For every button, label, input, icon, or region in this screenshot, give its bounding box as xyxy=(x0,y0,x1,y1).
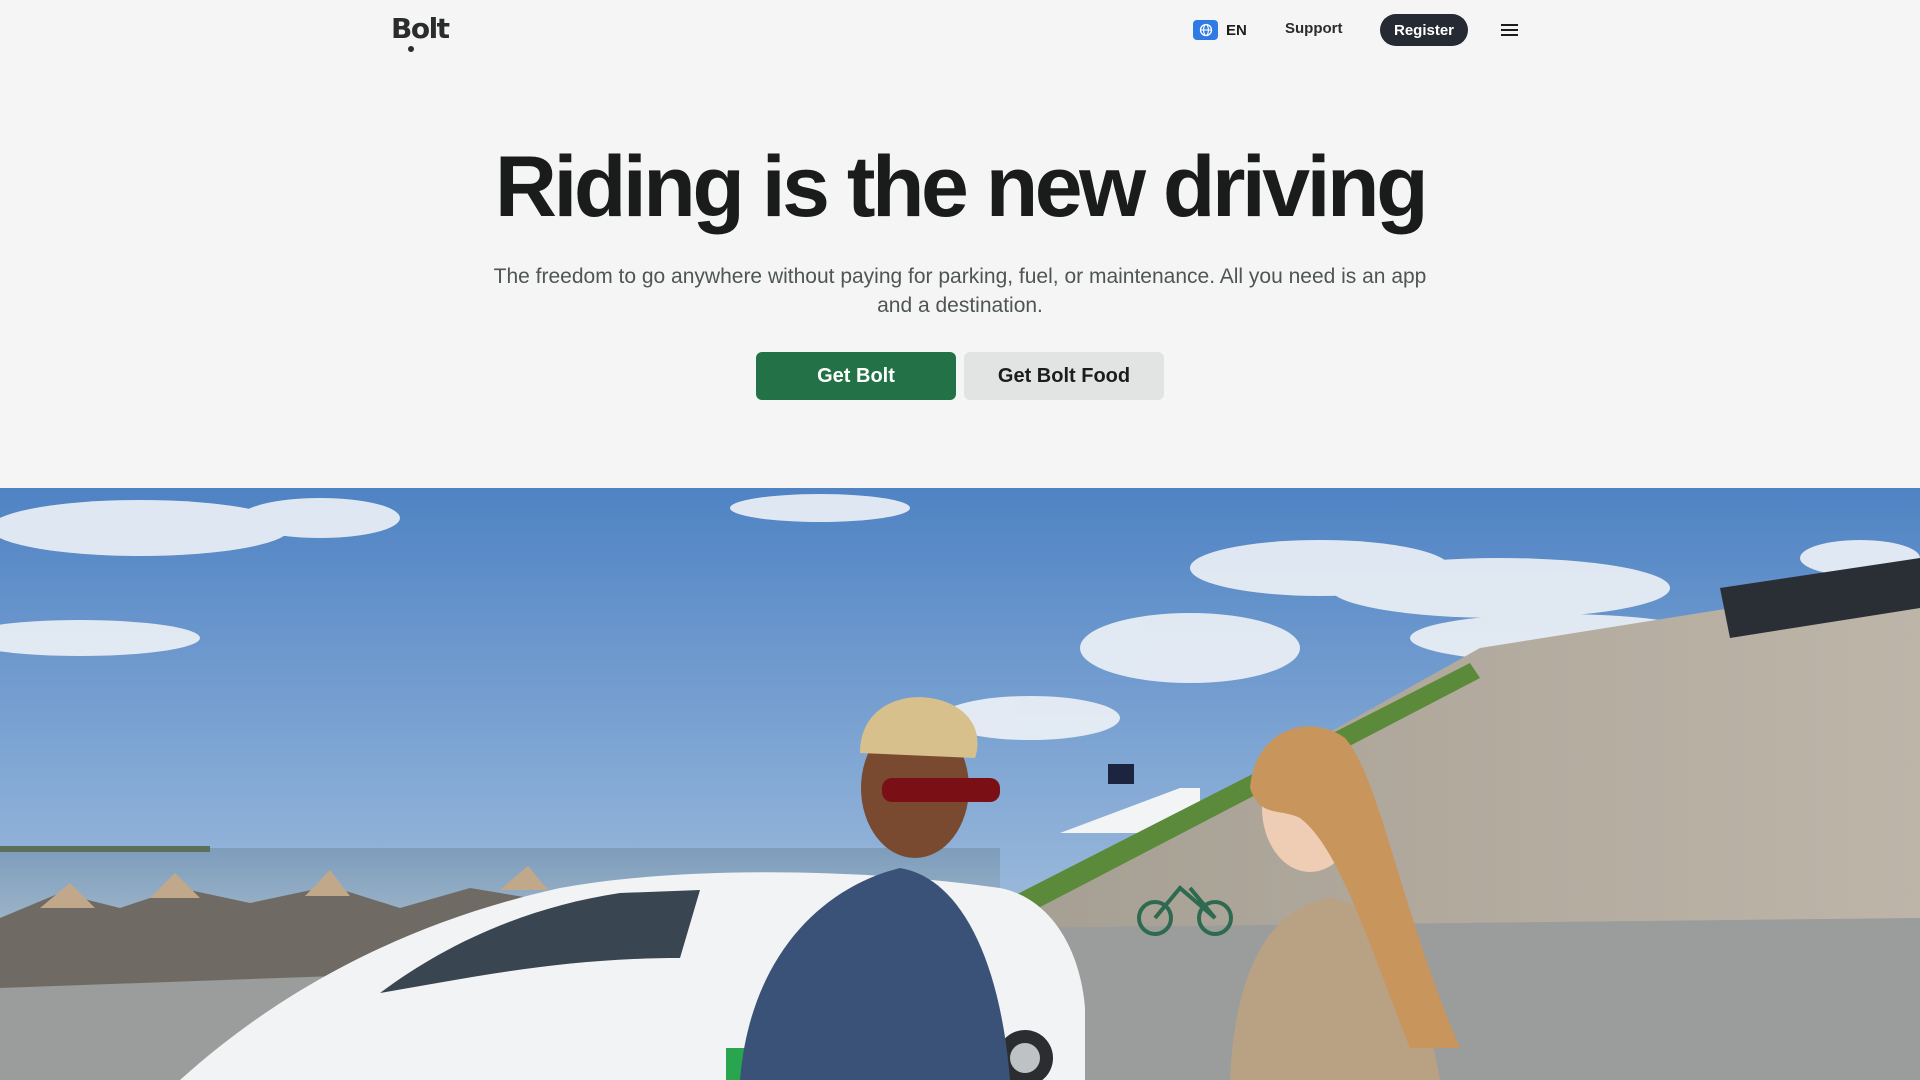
get-bolt-button[interactable]: Get Bolt xyxy=(756,352,956,400)
hero-image xyxy=(0,488,1920,1080)
globe-icon xyxy=(1193,20,1218,40)
language-selector[interactable]: EN xyxy=(1193,19,1247,41)
hero-subtitle: The freedom to go anywhere without payin… xyxy=(493,265,1427,317)
language-code: EN xyxy=(1226,21,1247,39)
bolt-logo[interactable]: Bolt xyxy=(391,12,450,52)
site-header: Bolt EN Support Register xyxy=(0,0,1920,58)
hamburger-menu-icon[interactable] xyxy=(1500,20,1520,40)
register-button[interactable]: Register xyxy=(1380,14,1468,46)
hero-title: Riding is the new driving xyxy=(494,139,1429,235)
support-link[interactable]: Support xyxy=(1285,20,1343,37)
get-bolt-food-button[interactable]: Get Bolt Food xyxy=(964,352,1164,400)
logo-dot xyxy=(408,46,414,52)
logo-text: Bolt xyxy=(391,12,450,45)
